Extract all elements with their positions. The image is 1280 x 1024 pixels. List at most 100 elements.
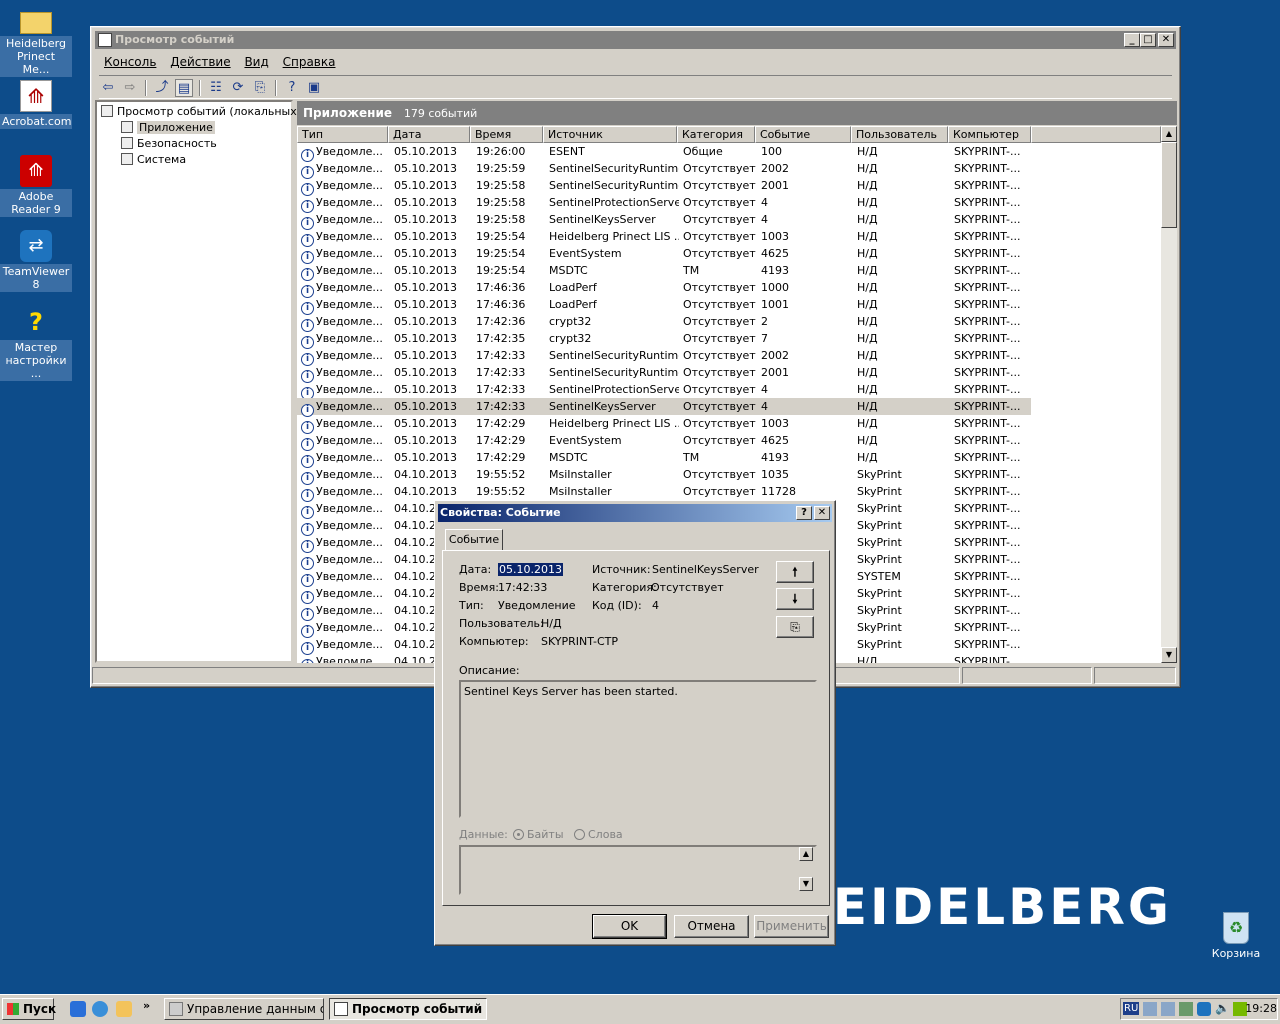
desktop-icon-recycle-bin[interactable]: ♻ Корзина — [1200, 912, 1272, 961]
dialog-close-button[interactable]: ✕ — [814, 506, 830, 520]
up-folder-icon[interactable]: ⤴ — [153, 79, 171, 97]
column-header-type[interactable]: Тип — [297, 126, 388, 143]
event-row[interactable]: i Уведомле... 05.10.2013 17:42:33 SentinelSe… — [297, 347, 1031, 366]
scroll-up-button[interactable]: ▲ — [1161, 126, 1177, 142]
previous-event-button[interactable]: 🠕 — [776, 561, 814, 583]
tree-item-application[interactable]: Приложение — [121, 120, 215, 135]
console-tree-icon[interactable]: ▣ — [305, 79, 323, 97]
event-row[interactable]: i Уведомле... 05.10.2013 17:42:29 MSDTC TM 419… — [297, 449, 1031, 468]
desktop-icon-adobe-reader[interactable]: ⟰ Adobe Reader 9 — [0, 155, 72, 217]
event-row[interactable]: i Уведомле... 04.10.2013 19:55:52 MsiInstall… — [297, 466, 1031, 485]
export-list-icon[interactable]: ⎘ — [251, 79, 269, 97]
desktop-icon-acrobat-com[interactable]: ⟰ Acrobat.com — [0, 80, 72, 129]
network-icon[interactable] — [1143, 1002, 1157, 1016]
next-event-button[interactable]: 🠗 — [776, 588, 814, 610]
properties-icon[interactable]: ☷ — [207, 79, 225, 97]
event-row[interactable]: i Уведомле... 05.10.2013 19:25:58 SentinelKe… — [297, 211, 1031, 230]
description-box[interactable]: Sentinel Keys Server has been started. — [459, 680, 817, 818]
cell-source: Heidelberg Prinect LIS ... — [549, 228, 679, 245]
forward-arrow-icon[interactable]: ⇨ — [121, 79, 139, 97]
refresh-icon[interactable]: ⟳ — [229, 79, 247, 97]
tree-item-security[interactable]: Безопасность — [121, 136, 217, 151]
event-row[interactable]: i Уведомле... 05.10.2013 17:42:35 crypt32 Отс… — [297, 330, 1031, 349]
tab-event[interactable]: Событие — [445, 529, 503, 551]
apply-button[interactable]: Применить — [754, 915, 829, 938]
event-row[interactable]: i Уведомле... 05.10.2013 19:25:54 EventSyste… — [297, 245, 1031, 264]
words-radio[interactable]: Слова — [574, 828, 623, 841]
event-row[interactable]: i Уведомле... 05.10.2013 19:26:00 ESENT Общие… — [297, 143, 1031, 162]
event-row[interactable]: i Уведомле... 05.10.2013 19:25:58 SentinelSe… — [297, 177, 1031, 196]
scroll-down-button[interactable]: ▼ — [1161, 647, 1177, 663]
column-headers: Тип Дата Время Источник Категория Событи… — [297, 126, 1161, 143]
maximize-button[interactable]: □ — [1140, 33, 1156, 47]
quicklaunch-overflow-icon[interactable]: » — [143, 999, 150, 1012]
start-button[interactable]: Пуск — [2, 998, 56, 1020]
event-row[interactable]: i Уведомле... 04.10.2013 19:55:52 MsiInstall… — [297, 483, 1031, 502]
event-row[interactable]: i Уведомле... 05.10.2013 17:42:33 SentinelPr… — [297, 381, 1031, 400]
column-header-source[interactable]: Источник — [543, 126, 677, 143]
date-value[interactable]: 05.10.2013 — [498, 563, 563, 576]
event-row[interactable]: i Уведомле... 05.10.2013 19:25:59 SentinelSe… — [297, 160, 1031, 179]
desktop-icon-heidelberg[interactable]: Heidelberg Prinect Me... — [0, 6, 72, 77]
type-label: Тип: — [459, 599, 484, 612]
cell-user: Н/Д — [857, 194, 952, 211]
data-scroll-down[interactable]: ▼ — [799, 877, 813, 891]
column-header-event[interactable]: Событие — [755, 126, 851, 143]
tree-root[interactable]: Просмотр событий (локальных) — [101, 104, 301, 119]
task-server-management[interactable]: Управление данным се... — [164, 998, 324, 1020]
clock[interactable]: 19:28 — [1243, 1002, 1277, 1015]
column-header-user[interactable]: Пользователь — [851, 126, 948, 143]
event-row[interactable]: i Уведомле... 05.10.2013 17:46:36 LoadPerf От… — [297, 279, 1031, 298]
event-row[interactable]: i Уведомле... 05.10.2013 17:42:29 EventSyste… — [297, 432, 1031, 451]
cell-computer: SKYPRINT-... — [954, 228, 1034, 245]
data-box[interactable]: ▲ ▼ — [459, 845, 817, 895]
menu-console[interactable]: Консоль — [99, 53, 161, 71]
folder-icon[interactable] — [116, 1001, 132, 1017]
cell-text: 04.10.2013 — [394, 468, 457, 481]
desktop-icon-label: TeamViewer 8 — [0, 264, 72, 292]
desktop-icon-label: Heidelberg Prinect Me... — [0, 36, 72, 77]
tree-item-system[interactable]: Система — [121, 152, 186, 167]
event-row[interactable]: i Уведомле... 05.10.2013 17:42:29 Heidelberg… — [297, 415, 1031, 434]
teamviewer-icon[interactable] — [1197, 1002, 1211, 1016]
column-header-date[interactable]: Дата — [388, 126, 470, 143]
desktop-icon-setup-wizard[interactable]: ? Мастер настройки ... — [0, 306, 72, 381]
event-row[interactable]: i Уведомле... 05.10.2013 17:42:36 crypt32 Отс… — [297, 313, 1031, 332]
back-arrow-icon[interactable]: ⇦ — [99, 79, 117, 97]
help-button[interactable]: ? — [796, 506, 812, 520]
menu-action[interactable]: Действие — [165, 53, 235, 71]
internet-explorer-icon[interactable] — [92, 1001, 108, 1017]
tray-app-icon[interactable] — [1179, 1002, 1193, 1016]
window-titlebar[interactable]: Просмотр событий _ □ ✕ — [95, 31, 1176, 49]
list-vertical-scrollbar[interactable]: ▲ ▼ — [1161, 126, 1177, 663]
event-row[interactable]: i Уведомле... 05.10.2013 19:25:58 SentinelPr… — [297, 194, 1031, 213]
show-hide-tree-icon[interactable]: ▤ — [175, 79, 193, 97]
data-scroll-up[interactable]: ▲ — [799, 847, 813, 861]
menu-help[interactable]: Справка — [278, 53, 341, 71]
bytes-radio[interactable]: Байты — [513, 828, 564, 841]
desktop-icon-teamviewer[interactable]: ⇄ TeamViewer 8 — [0, 230, 72, 292]
ok-button[interactable]: OK — [592, 914, 667, 939]
scroll-thumb[interactable] — [1161, 142, 1177, 228]
event-row[interactable]: i Уведомле... 05.10.2013 17:46:36 LoadPerf От… — [297, 296, 1031, 315]
column-header-computer[interactable]: Компьютер — [948, 126, 1031, 143]
task-event-viewer[interactable]: Просмотр событий — [329, 998, 487, 1020]
column-header-category[interactable]: Категория — [677, 126, 755, 143]
event-row[interactable]: i Уведомле... 05.10.2013 19:25:54 MSDTC TM 419… — [297, 262, 1031, 281]
cell-source: MsiInstaller — [549, 483, 679, 500]
language-indicator[interactable]: RU — [1123, 1002, 1140, 1015]
copy-button[interactable]: ⎘ — [776, 616, 814, 638]
minimize-button[interactable]: _ — [1124, 33, 1140, 47]
cancel-button[interactable]: Отмена — [674, 915, 749, 938]
column-header-time[interactable]: Время — [470, 126, 543, 143]
event-row[interactable]: i Уведомле... 05.10.2013 19:25:54 Heidelberg… — [297, 228, 1034, 247]
event-row[interactable]: i Уведомле... 05.10.2013 17:42:33 SentinelSe… — [297, 364, 1031, 383]
menu-view[interactable]: Вид — [239, 53, 273, 71]
dialog-titlebar[interactable]: Свойства: Событие ? ✕ — [438, 504, 832, 522]
network-icon[interactable] — [1161, 1002, 1175, 1016]
help-icon[interactable]: ? — [283, 79, 301, 97]
speaker-icon[interactable]: 🔈 — [1215, 1001, 1230, 1015]
event-row[interactable]: i Уведомле... 05.10.2013 17:42:33 SentinelKe… — [297, 398, 1031, 417]
close-button[interactable]: ✕ — [1158, 33, 1174, 47]
show-desktop-icon[interactable] — [70, 1001, 86, 1017]
